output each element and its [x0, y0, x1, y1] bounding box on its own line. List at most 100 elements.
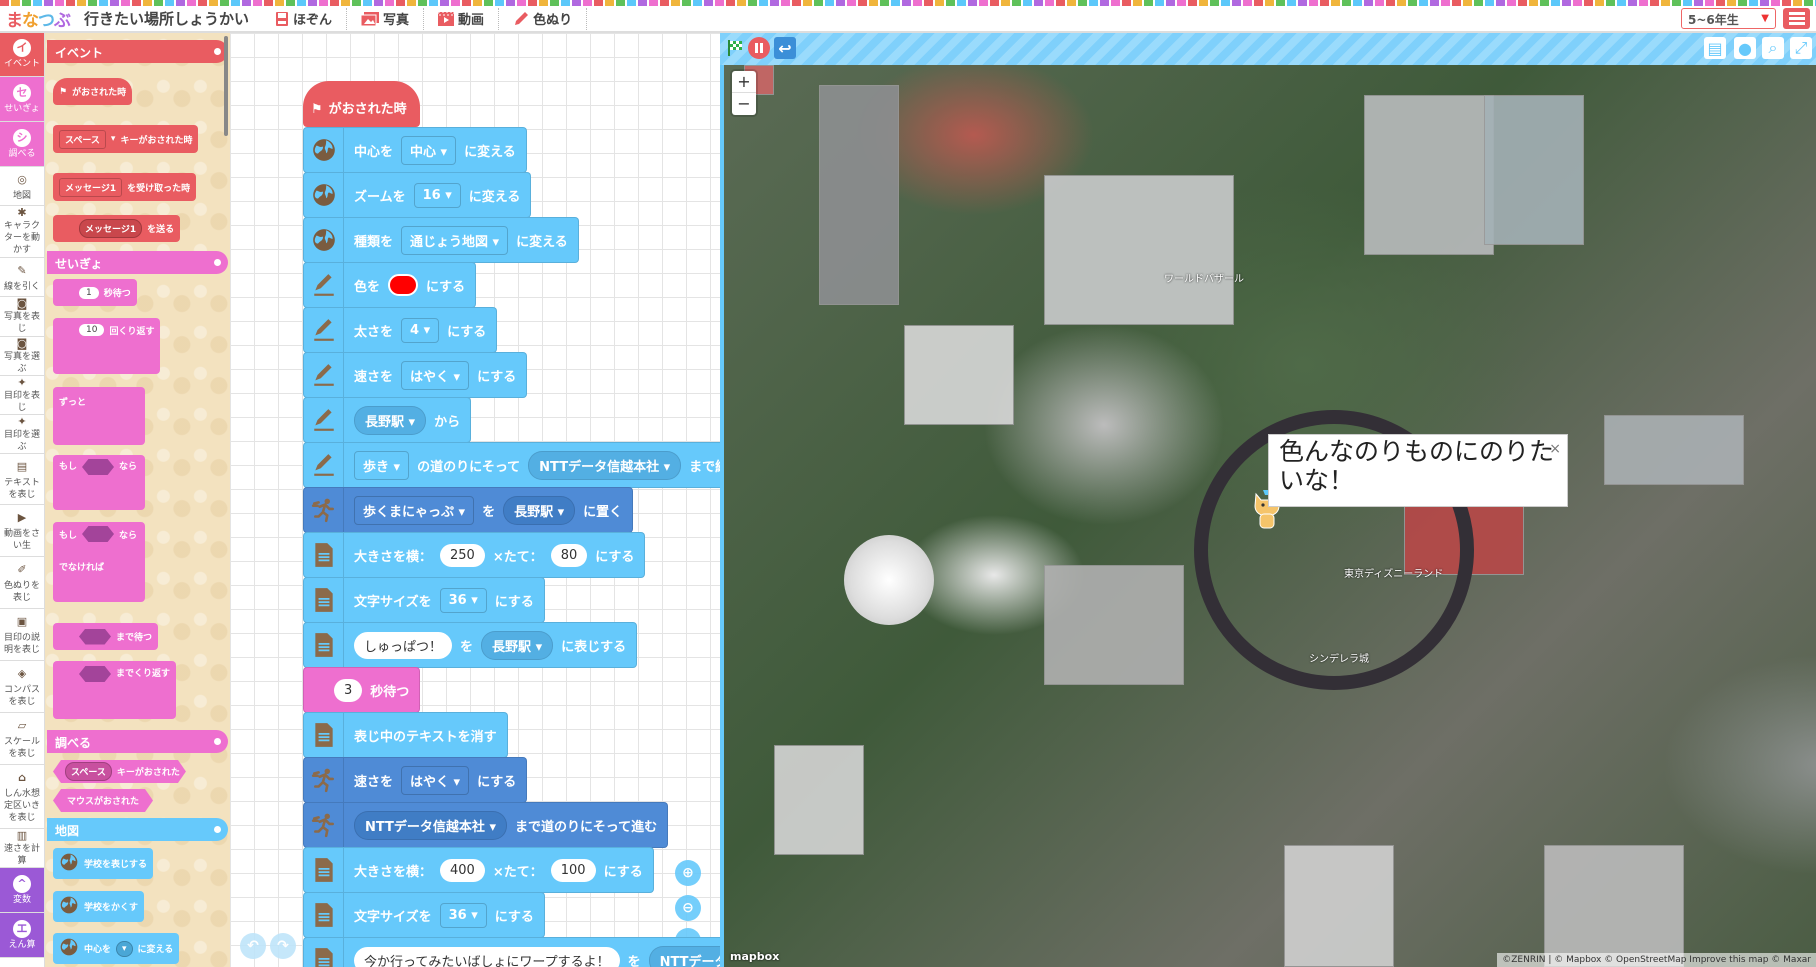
palette-block-forever[interactable]: ずっと — [53, 387, 145, 445]
script-block[interactable]: 歩くまにゃっぷ ▾ を長野駅 ▾ に置く — [303, 487, 634, 533]
palette-block-show-school[interactable]: 学校を表じする — [53, 848, 154, 879]
menu-button[interactable] — [1783, 8, 1810, 29]
category-1[interactable]: セせいぎょ — [0, 77, 44, 122]
block-input[interactable]: 3 — [334, 678, 363, 702]
block-input[interactable]: 100 — [550, 858, 596, 882]
fullscreen-button[interactable]: ⤢ — [1790, 37, 1812, 59]
script-block[interactable]: 太さを 4 ▾ にする — [303, 307, 498, 353]
map-attribution[interactable]: ©ZENRIN | © Mapbox © OpenStreetMap Impro… — [1497, 953, 1816, 967]
script-block[interactable]: 色を にする — [303, 262, 477, 308]
script-block[interactable]: 長野駅 ▾ から — [303, 397, 472, 443]
print-button[interactable]: ▤ — [1704, 37, 1726, 59]
block-input[interactable]: 80 — [550, 543, 588, 567]
popup-close-button[interactable]: × — [1549, 435, 1561, 464]
block-dropdown[interactable]: 中心 ▾ — [401, 135, 457, 165]
category-0[interactable]: イイベント — [0, 33, 44, 77]
photo-button[interactable]: 写真 — [347, 7, 425, 30]
script-block[interactable]: 大きさを横： 250 ×たて： 80 にする — [303, 532, 646, 578]
mapbox-logo[interactable]: mapbox — [730, 950, 779, 963]
manatsubu-logo[interactable]: まなつぶ — [6, 6, 71, 31]
palette-block-flag-clicked[interactable]: ⚑ がおされた時 — [53, 78, 133, 105]
category-12[interactable]: ✐ 色ぬりを表じ — [0, 557, 44, 609]
palette-block-receive-message[interactable]: メッセージ1 を受け取った時 — [53, 173, 197, 201]
script-block[interactable]: 3 秒待つ — [303, 667, 421, 713]
color-picker[interactable] — [388, 274, 419, 296]
block-dropdown[interactable]: 長野駅 ▾ — [354, 405, 427, 435]
video-button[interactable]: 動画 — [424, 7, 500, 30]
palette-block-if[interactable]: もし なら — [53, 455, 145, 510]
block-dropdown[interactable]: 長野駅 ▾ — [481, 630, 554, 660]
palette-block-mouse-down[interactable]: マウスがおされた — [53, 789, 154, 812]
palette-block-key-sensing[interactable]: スペース キーがおされた — [53, 760, 186, 783]
category-13[interactable]: ▣ 目印の説明を表じ — [0, 609, 44, 661]
return-button[interactable]: ↩ — [774, 37, 796, 59]
category-15[interactable]: ▱ スケールを表じ — [0, 713, 44, 765]
block-dropdown[interactable]: はやく ▾ — [401, 765, 470, 795]
redo-button[interactable]: ↷ — [270, 933, 296, 959]
script-block[interactable]: NTTデータ信越本社 ▾ まで道のりにそって進む — [303, 802, 669, 848]
category-11[interactable]: ▶ 動画をさい生 — [0, 505, 44, 557]
block-dropdown[interactable]: 36 ▾ — [439, 587, 487, 613]
coloring-button[interactable]: 色ぬり — [499, 7, 588, 30]
category-19[interactable]: エえん算 — [0, 913, 44, 958]
palette-scrollbar[interactable] — [224, 36, 228, 136]
block-dropdown[interactable]: はやく ▾ — [401, 360, 470, 390]
script-block[interactable]: 表じ中のテキストを消す — [303, 712, 508, 758]
script-block[interactable]: 歩き ▾ の道のりにそって NTTデータ信越本社 ▾ まで線を引く — [303, 442, 720, 488]
block-dropdown[interactable]: 通じょう地図 ▾ — [401, 225, 509, 255]
category-4[interactable]: ✱ キャラクターを動かす — [0, 206, 44, 258]
category-2[interactable]: シ調べる — [0, 122, 44, 167]
script-block[interactable]: しゅっぱつ！ を長野駅 ▾ に表じする — [303, 622, 638, 668]
category-9[interactable]: ✦ 目印を選ぶ — [0, 415, 44, 454]
palette-block-set-center[interactable]: 中心を ▾ に変える — [53, 933, 180, 964]
palette-block-send-message[interactable]: メッセージ1 を送る — [53, 215, 181, 242]
palette-block-hide-school[interactable]: 学校をかくす — [53, 891, 145, 922]
category-17[interactable]: ▥ 速さを計算 — [0, 829, 44, 868]
script-block[interactable]: 速さを はやく ▾ にする — [303, 757, 528, 803]
category-7[interactable]: ◙ 写真を選ぶ — [0, 337, 44, 376]
category-5[interactable]: ✎ 線を引く — [0, 258, 44, 297]
block-dropdown[interactable]: 歩くまにゃっぷ ▾ — [354, 495, 475, 525]
palette-block-wait[interactable]: 1 秒待つ — [53, 279, 137, 306]
block-dropdown[interactable]: 4 ▾ — [401, 317, 440, 343]
category-10[interactable]: ▤ テキストを表じ — [0, 454, 44, 505]
category-18[interactable]: ^ 変数 — [0, 868, 44, 913]
script-block[interactable]: 種類を 通じょう地図 ▾ に変える — [303, 217, 579, 263]
map-zoom-in-button[interactable]: + — [732, 71, 756, 93]
script-block[interactable]: 中心を 中心 ▾ に変える — [303, 127, 527, 173]
palette-block-repeat[interactable]: 10 回くり返す — [53, 318, 161, 374]
script-workspace[interactable]: ⚑がおされた時 ↶ ↷ ⊕ ⊖ = 中心を中心 ▾に変えるズームを16 ▾に変え… — [230, 33, 720, 967]
script-block[interactable]: 今か行ってみたいばしょにワープするよ！ を NTTデータ信越本社 ▾ — [303, 937, 720, 967]
category-16[interactable]: ⌂ しん水想定区いきを表じ — [0, 765, 44, 829]
green-flag-button[interactable] — [724, 37, 746, 59]
category-3[interactable]: ◎ 地図 — [0, 167, 44, 206]
save-button[interactable]: ほぞん — [261, 7, 348, 30]
block-dropdown[interactable]: 長野駅 ▾ — [503, 495, 576, 525]
search-button[interactable]: ⌕ — [1762, 37, 1784, 59]
block-input[interactable]: 250 — [440, 543, 485, 567]
block-dropdown[interactable]: NTTデータ信越本社 ▾ — [648, 945, 720, 967]
script-block[interactable]: ズームを 16 ▾ に変える — [303, 172, 532, 218]
marker-button[interactable]: ● — [1734, 37, 1756, 59]
category-6[interactable]: ◙ 写真を表じ — [0, 297, 44, 337]
category-14[interactable]: ◈ コンパスを表じ — [0, 661, 44, 713]
block-dropdown[interactable]: NTTデータ信越本社 ▾ — [528, 450, 682, 480]
satellite-map[interactable]: + − ワールドバザール 東京ディズニーランド シンデレラ城 色んなのりものにのり… — [724, 65, 1816, 967]
block-input[interactable]: 400 — [440, 858, 485, 882]
palette-block-if-else[interactable]: もし なら でなければ — [53, 522, 145, 602]
zoom-in-button[interactable]: ⊕ — [675, 860, 701, 886]
block-dropdown[interactable]: 16 ▾ — [413, 182, 461, 208]
palette-block-key-pressed[interactable]: スペース ▾ キーがおされた時 — [53, 125, 199, 153]
script-block[interactable]: 大きさを横： 400 ×たて： 100 にする — [303, 847, 654, 893]
palette-block-wait-until[interactable]: まで待つ — [53, 623, 159, 650]
zoom-out-button[interactable]: ⊖ — [675, 895, 701, 921]
block-input[interactable]: 今か行ってみたいばしょにワープするよ！ — [354, 946, 620, 967]
block-when-flag-clicked[interactable]: ⚑ がおされた時 — [303, 81, 420, 127]
grade-select[interactable]: 5~6年生 ▼ — [1681, 8, 1776, 29]
block-dropdown[interactable]: 歩き ▾ — [354, 450, 410, 480]
palette-block-repeat-until[interactable]: までくり返す — [53, 661, 177, 719]
stop-button[interactable] — [748, 37, 770, 59]
block-input[interactable]: しゅっぱつ！ — [354, 631, 453, 659]
script-block[interactable]: 文字サイズを 36 ▾ にする — [303, 577, 545, 623]
block-dropdown[interactable]: 36 ▾ — [439, 902, 487, 928]
